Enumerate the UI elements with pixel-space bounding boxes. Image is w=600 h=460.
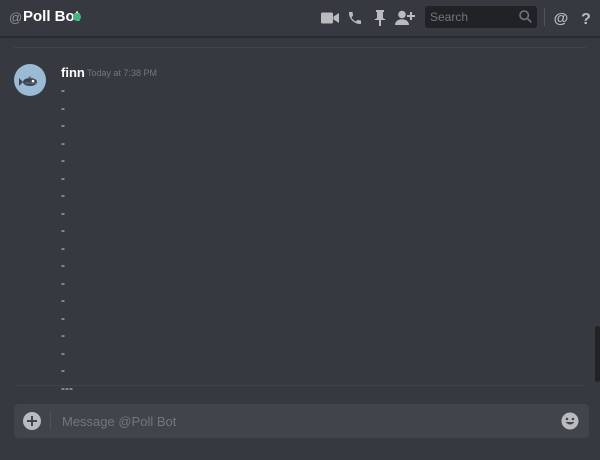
scrollbar-thumb[interactable] [595,326,600,382]
pin-icon[interactable] [370,8,390,28]
plus-circle-icon[interactable] [23,412,41,430]
header-divider [544,8,545,26]
message-composer [14,404,589,438]
divider [14,385,586,386]
message-line: - [61,258,65,272]
phone-icon[interactable] [345,8,365,28]
message-line: - [61,153,65,167]
message-line: - [61,293,65,307]
channel-title[interactable]: Poll Bot [23,8,80,25]
video-camera-icon[interactable] [320,8,340,28]
composer-divider [50,412,51,430]
message-line: - [61,328,65,342]
message-input[interactable] [60,404,540,438]
message-line: - [61,170,65,185]
svg-text:@: @ [554,10,569,26]
message-line: - [61,100,65,115]
avatar[interactable] [14,64,46,96]
message-line: - [61,223,65,237]
message-line: - [61,275,65,290]
message-line: - [61,310,65,325]
message-line: - [61,135,65,150]
smiley-face-icon[interactable] [561,412,579,430]
search-icon[interactable] [519,10,532,28]
online-status-icon [73,13,81,21]
help-label: ? [581,11,591,26]
chat-header: @ Poll Bot @ ? [0,0,600,37]
add-friend-icon[interactable] [395,8,415,28]
message-line: - [61,188,65,202]
message-line: - [61,118,65,132]
message-author[interactable]: finn [61,65,85,80]
message-line: - [61,83,65,97]
message-line: - [61,240,65,255]
search-box[interactable] [425,6,537,28]
divider [14,47,586,48]
message-list[interactable]: finn Today at 7:38 PM ------------------… [0,37,600,395]
question-mark-icon[interactable]: ? [576,8,596,28]
message-line: - [61,205,65,220]
message-content: - - - - - - - - - - - - - - - - - --- [61,82,561,397]
at-sign-icon[interactable]: @ [551,8,571,28]
search-input[interactable] [425,6,513,28]
message-line: --- [61,380,73,395]
at-icon: @ [9,10,23,25]
message-line: - [61,345,65,360]
message-line: - [61,363,65,377]
message-timestamp: Today at 7:38 PM [87,68,158,78]
